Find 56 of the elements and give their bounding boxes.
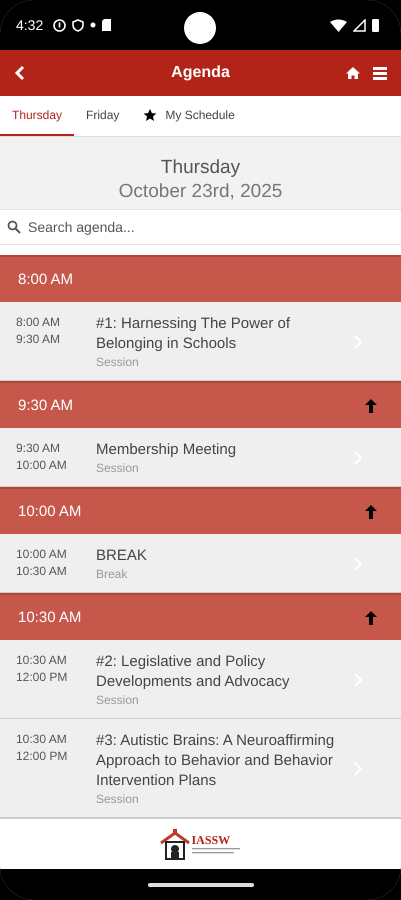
group-time: 9:30 AM: [18, 397, 74, 414]
session-type: Session: [96, 460, 140, 476]
date-heading: October 23rd, 2025: [118, 181, 282, 203]
back-icon: [14, 65, 26, 81]
agenda-item[interactable]: 9:30 AM 10:00 AM Membership Meeting Session: [0, 428, 401, 487]
end-time: 12:00 PM: [16, 748, 68, 765]
session-type: Break: [96, 566, 128, 582]
agenda-item[interactable]: 10:30 AM 12:00 PM #2: Legislative and Policy Developments and Advocacy Session: [0, 640, 401, 719]
shield-icon: [72, 18, 84, 32]
session-type: Session: [96, 692, 140, 708]
end-time: 12:00 PM: [16, 669, 68, 686]
logo-subtitle-drawing: [192, 846, 242, 854]
up-arrow-icon[interactable]: [365, 610, 377, 624]
session-title: Membership Meeting: [96, 440, 238, 460]
end-time: 10:00 AM: [16, 457, 68, 474]
home-icon: [345, 66, 362, 80]
search-field[interactable]: Search agenda...: [0, 209, 401, 245]
end-time: 10:30 AM: [16, 563, 68, 580]
start-time: 8:00 AM: [16, 314, 62, 331]
session-type: Session: [96, 791, 140, 807]
wifi-icon: [330, 18, 347, 32]
session-title: #3: Autistic Brains: A Neuroaffirming Approach to Behavior and Behavior Intervention Plans: [96, 731, 336, 791]
agenda-item[interactable]: 10:00 AM 10:30 AM BREAK Break: [0, 534, 401, 593]
camera-cutout: [184, 12, 216, 44]
signal-icon: [353, 18, 366, 32]
day-tab[interactable]: My Schedule: [131, 96, 247, 136]
session-type: Session: [96, 354, 140, 370]
start-time: 9:30 AM: [16, 440, 62, 457]
group-time: 10:00 AM: [18, 503, 82, 520]
agenda-item[interactable]: 8:00 AM 9:30 AM #1: Harnessing The Power of Belonging in Schools Session: [0, 302, 401, 381]
session-title: #1: Harnessing The Power of Belonging in Schools: [96, 314, 291, 354]
agenda-item[interactable]: 10:30 AM 12:00 PM #3: Autistic Brains: A Neuroaffirming Approach to Behavior and Behavior Intervention Plans Session: [0, 719, 401, 818]
day-tab[interactable]: Friday: [74, 96, 132, 136]
group-time: 8:00 AM: [18, 271, 74, 288]
school-house-logo-icon: [160, 828, 190, 860]
start-time: 10:30 AM: [16, 731, 68, 748]
start-time: 10:30 AM: [16, 652, 68, 669]
up-arrow-icon[interactable]: [365, 504, 377, 518]
info-icon: [53, 18, 66, 32]
menu-icon: [373, 66, 388, 80]
status-time: 4:32: [16, 17, 44, 33]
sd-card-icon: [102, 19, 112, 31]
up-arrow-icon[interactable]: [365, 398, 377, 412]
screen-title: Agenda: [171, 64, 230, 82]
battery-icon: [372, 18, 379, 32]
start-time: 10:00 AM: [16, 546, 68, 563]
end-time: 9:30 AM: [16, 331, 62, 348]
day-heading: Thursday: [160, 157, 240, 179]
search-icon: [7, 220, 21, 234]
star-icon: [143, 108, 158, 122]
dot-icon: [90, 22, 96, 28]
group-time: 10:30 AM: [18, 609, 82, 626]
session-title: #2: Legislative and Policy Developments and Advocacy: [96, 652, 290, 692]
logo-text: IASSW: [192, 834, 232, 846]
home-indicator[interactable]: [148, 882, 254, 886]
session-title: BREAK: [96, 546, 148, 566]
